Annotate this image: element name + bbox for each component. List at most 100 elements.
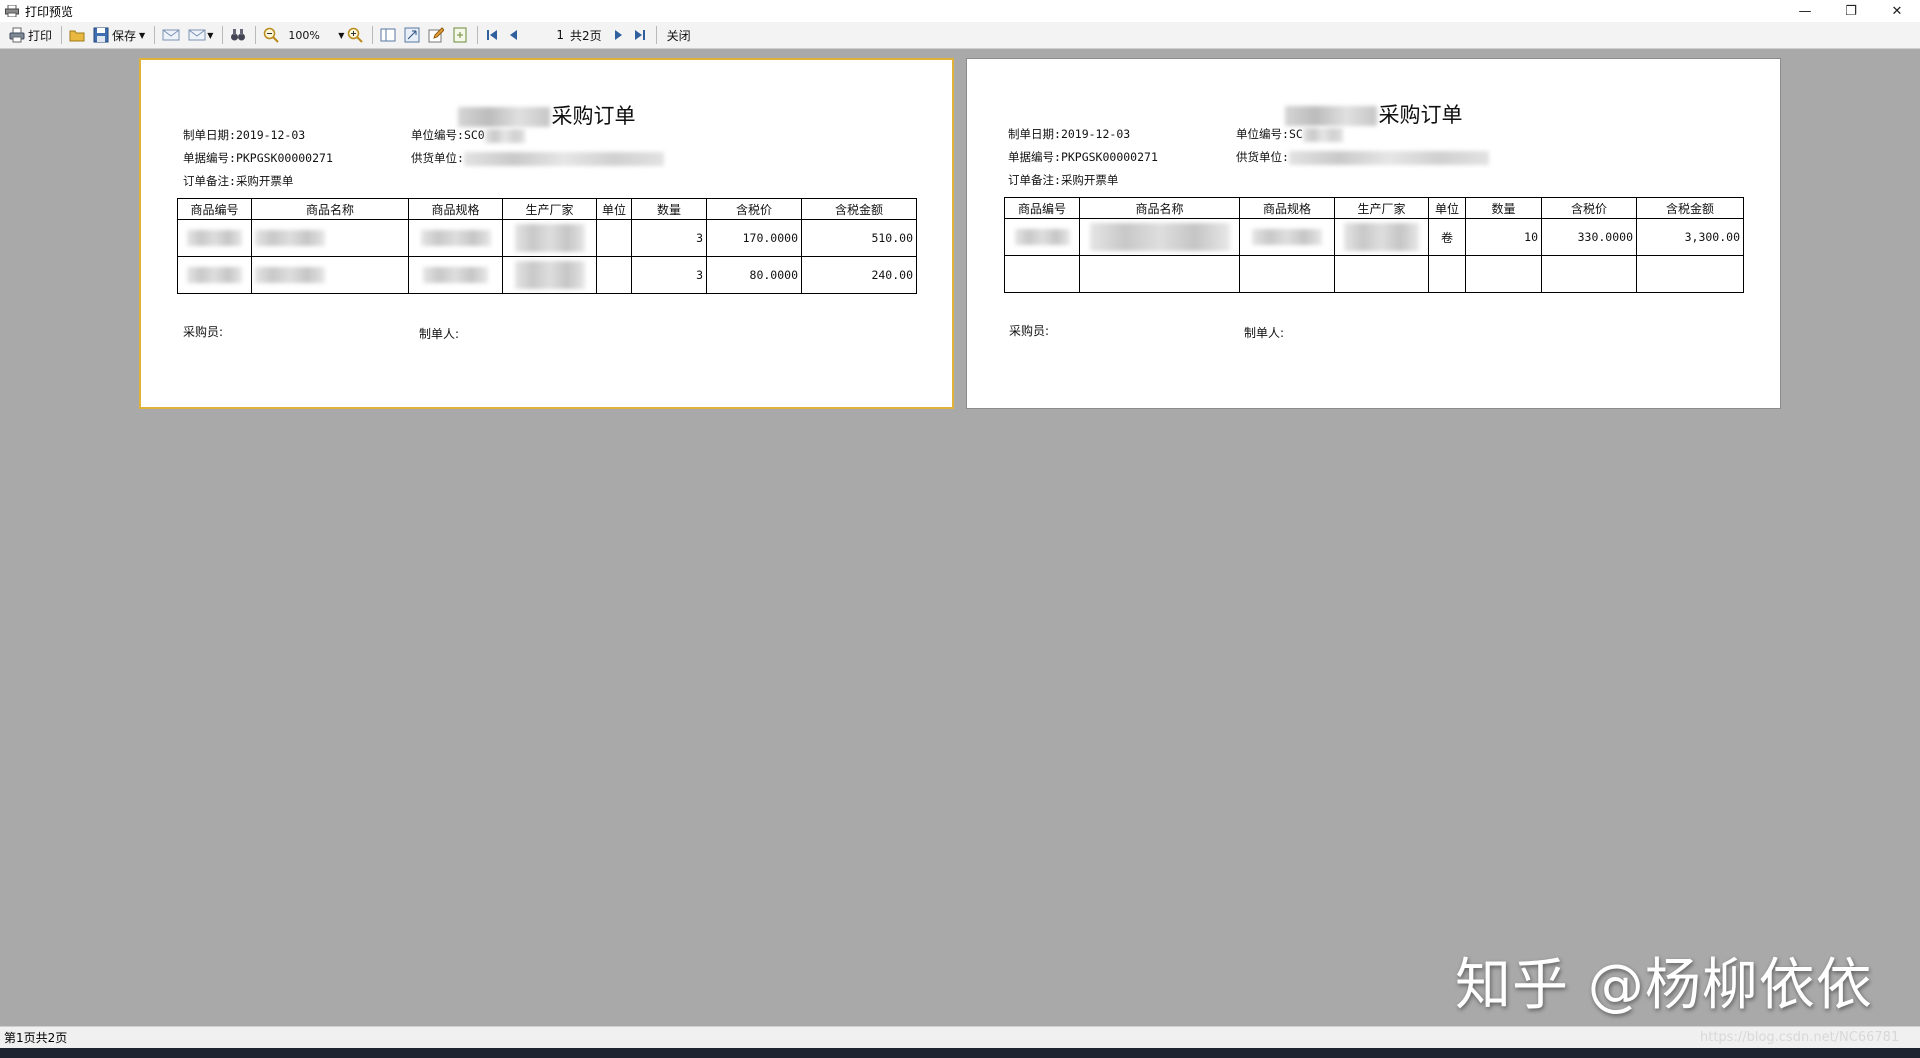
unit-code-field: 单位编号:SC0 <box>411 127 525 143</box>
col-header: 商品名称 <box>251 198 409 220</box>
document-title: 采购订单 <box>141 100 952 130</box>
prev-page-button[interactable] <box>504 24 524 46</box>
save-label: 保存 <box>112 28 137 43</box>
preview-page-1[interactable]: 采购订单 制单日期:2019-12-03 单位编号:SC0 单据编号:PKPGS… <box>139 58 954 409</box>
buyer-label: 采购员: <box>183 325 224 339</box>
remark-value: 采购开票单 <box>1060 173 1119 187</box>
redacted-cell <box>1014 229 1070 245</box>
page-setup-button[interactable] <box>377 24 399 46</box>
last-page-button[interactable] <box>630 24 650 46</box>
doc-no-field: 单据编号:PKPGSK00000271 <box>183 150 333 166</box>
page-indicator: 1 共2页 <box>556 24 601 46</box>
unit-code-field: 单位编号:SC <box>1236 126 1343 142</box>
redacted-cell <box>1089 223 1230 251</box>
find-button[interactable] <box>227 24 249 46</box>
order-table: 商品编号 商品名称 商品规格 生产厂家 单位 数量 含税价 含税金额 3 170… <box>177 198 917 294</box>
first-page-button[interactable] <box>482 24 502 46</box>
col-header: 含税价 <box>706 198 802 220</box>
zoom-out-button[interactable] <box>260 24 282 46</box>
current-page-input[interactable]: 1 <box>556 28 564 42</box>
remark-field: 订单备注:采购开票单 <box>1008 172 1118 188</box>
redacted-text <box>1302 127 1343 142</box>
col-header: 商品名称 <box>1079 197 1240 219</box>
export-icon <box>453 27 467 43</box>
date-label: 制单日期: <box>1008 127 1061 141</box>
table-row: 3 80.0000 240.00 <box>177 256 917 294</box>
status-text: 第1页共2页 <box>4 1031 68 1045</box>
redacted-cell <box>1252 229 1322 245</box>
unit-code-label: 单位编号: <box>411 128 464 142</box>
redacted-text <box>463 151 664 166</box>
remark-value: 采购开票单 <box>235 174 294 188</box>
open-button[interactable] <box>66 24 88 46</box>
zoom-in-button[interactable] <box>344 24 366 46</box>
doc-no-field: 单据编号:PKPGSK00000271 <box>1008 149 1158 165</box>
date-label: 制单日期: <box>183 128 236 142</box>
zoom-select[interactable]: 100% ▼ <box>284 26 344 44</box>
date-field: 制单日期:2019-12-03 <box>183 127 305 143</box>
close-preview-button[interactable]: 关闭 <box>661 24 694 46</box>
scale-button[interactable] <box>401 24 423 46</box>
toolbar: 打印 保存 ▼ ▼ 100% ▼ 1 共2页 关闭 <box>0 22 1920 49</box>
table-row: 3 170.0000 510.00 <box>177 219 917 257</box>
email-button[interactable] <box>159 24 183 46</box>
toolbar-separator <box>222 26 224 44</box>
price-cell: 170.0000 <box>706 219 802 257</box>
redacted-cell <box>255 230 325 246</box>
restore-icon: ❐ <box>1845 3 1857 19</box>
floppy-icon <box>93 27 109 43</box>
chevron-down-icon: ▼ <box>207 30 214 40</box>
col-header: 数量 <box>1465 197 1542 219</box>
preview-page-2[interactable]: 采购订单 制单日期:2019-12-03 单位编号:SC 单据编号:PKPGSK… <box>966 58 1781 409</box>
doc-no-value: PKPGSK00000271 <box>235 151 333 165</box>
page-setup-icon <box>380 28 396 42</box>
last-page-icon <box>634 30 645 40</box>
unit-cell <box>596 219 632 257</box>
page-total: 共2页 <box>569 28 602 43</box>
next-page-button[interactable] <box>608 24 628 46</box>
supplier-field: 供货单位: <box>1236 149 1489 165</box>
qty-cell: 3 <box>631 256 707 294</box>
unit-code-value: SC <box>1288 127 1303 141</box>
document-title-text: 采购订单 <box>551 104 636 128</box>
amount-cell: 240.00 <box>801 256 917 294</box>
email-options-button[interactable]: ▼ <box>185 24 216 46</box>
scale-icon <box>404 27 420 43</box>
zoom-in-icon <box>348 27 364 43</box>
redacted-cell <box>1344 223 1419 251</box>
amount-cell: 510.00 <box>801 219 917 257</box>
export-button[interactable] <box>449 24 471 46</box>
folder-icon <box>69 30 85 42</box>
edit-button[interactable] <box>425 24 447 46</box>
redacted-cell <box>187 230 242 246</box>
doc-no-label: 单据编号: <box>183 151 236 165</box>
table-header-row: 商品编号 商品名称 商品规格 生产厂家 单位 数量 含税价 含税金额 <box>1004 197 1744 219</box>
printer-icon <box>9 27 25 43</box>
empty-cell <box>1334 255 1429 293</box>
amount-cell: 3,300.00 <box>1636 218 1744 256</box>
redacted-cell <box>514 261 585 289</box>
unit-code-label: 单位编号: <box>1236 127 1289 141</box>
unit-code-value: SC0 <box>463 128 485 142</box>
save-button[interactable]: 保存 ▼ <box>90 24 148 46</box>
supplier-label: 供货单位: <box>1236 150 1289 164</box>
binoculars-icon <box>231 29 246 41</box>
document-title: 采购订单 <box>967 99 1780 129</box>
document-title-text: 采购订单 <box>1378 103 1463 127</box>
col-header: 商品编号 <box>177 198 252 220</box>
close-window-button[interactable]: ✕ <box>1874 0 1920 22</box>
toolbar-separator <box>154 26 156 44</box>
qty-cell: 10 <box>1465 218 1542 256</box>
minimize-button[interactable]: — <box>1782 0 1828 22</box>
redacted-text <box>457 107 550 127</box>
watermark-text: 知乎 @杨柳依依 <box>1455 953 1873 1018</box>
redacted-cell <box>187 267 242 283</box>
qty-cell: 3 <box>631 219 707 257</box>
restore-button[interactable]: ❐ <box>1828 0 1874 22</box>
redacted-cell <box>514 224 585 252</box>
table-row <box>1004 255 1744 293</box>
redacted-cell <box>423 267 488 283</box>
supplier-label: 供货单位: <box>411 151 464 165</box>
remark-label: 订单备注: <box>1008 173 1061 187</box>
print-button[interactable]: 打印 <box>6 24 55 46</box>
